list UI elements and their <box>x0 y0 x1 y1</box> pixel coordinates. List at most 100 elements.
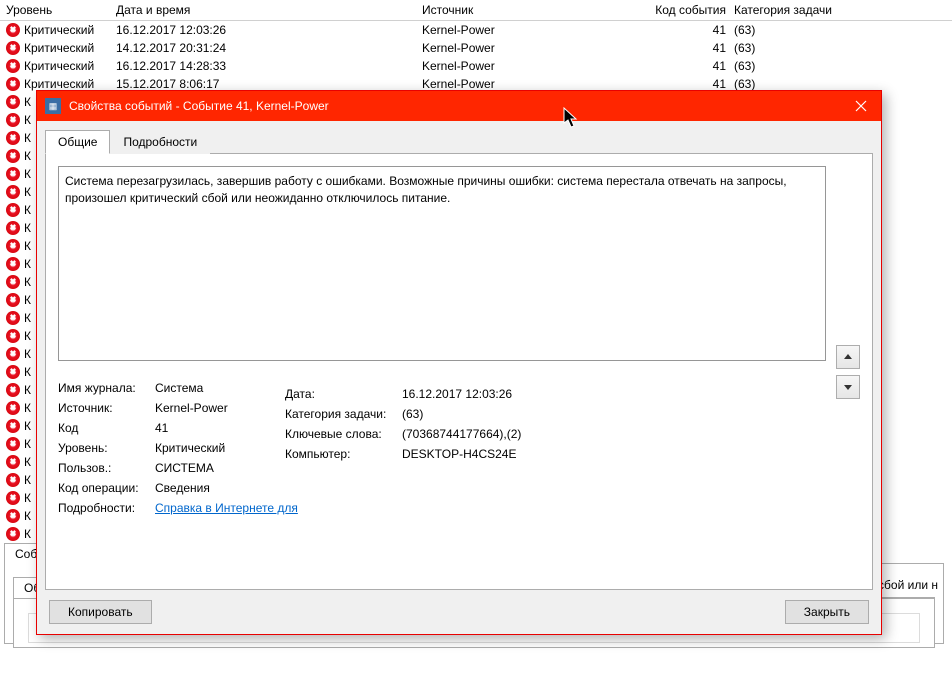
header-source[interactable]: Источник <box>422 3 644 17</box>
level-cell: К <box>24 437 31 451</box>
table-row[interactable]: Критический16.12.2017 14:28:33Kernel-Pow… <box>0 57 952 75</box>
user-value: СИСТЕМА <box>155 461 265 475</box>
level-cell: К <box>24 401 31 415</box>
error-icon <box>6 77 20 91</box>
error-icon <box>6 149 20 163</box>
header-level[interactable]: Уровень <box>6 3 116 17</box>
error-icon <box>6 437 20 451</box>
computer-label: Компьютер: <box>285 447 390 461</box>
copy-button[interactable]: Копировать <box>49 600 152 624</box>
level-label: Уровень: <box>58 441 143 455</box>
level-value: Критический <box>155 441 265 455</box>
header-date[interactable]: Дата и время <box>116 3 422 17</box>
level-cell: Критический <box>24 59 94 73</box>
close-button[interactable]: Закрыть <box>785 600 869 624</box>
level-cell: К <box>24 383 31 397</box>
source-cell: Kernel-Power <box>422 77 644 91</box>
error-icon <box>6 41 20 55</box>
error-icon <box>6 365 20 379</box>
level-cell: К <box>24 95 31 109</box>
source-cell: Kernel-Power <box>422 41 644 55</box>
source-label: Источник: <box>58 401 143 415</box>
level-cell: К <box>24 293 31 307</box>
level-cell: К <box>24 149 31 163</box>
level-cell: К <box>24 113 31 127</box>
help-link[interactable]: Справка в Интернете для <box>155 501 298 515</box>
error-icon <box>6 527 20 541</box>
code-value: 41 <box>155 421 265 435</box>
log-label: Имя журнала: <box>58 381 143 395</box>
level-cell: К <box>24 347 31 361</box>
level-cell: К <box>24 275 31 289</box>
date-cell: 16.12.2017 12:03:26 <box>116 23 422 37</box>
code-cell: 41 <box>644 59 726 73</box>
table-row[interactable]: Критический 14.12.2017 20:31:24Kernel-Pow… <box>0 39 952 57</box>
date-cell: 14.12.2017 20:31:24 <box>116 41 422 55</box>
keywords-value: (70368744177664),(2) <box>402 427 521 441</box>
error-icon <box>6 455 20 469</box>
error-icon <box>6 329 20 343</box>
button-row: Копировать Закрыть <box>45 590 873 626</box>
level-cell: К <box>24 167 31 181</box>
source-value: Kernel-Power <box>155 401 265 415</box>
level-cell: Критический <box>24 41 94 55</box>
table-row[interactable]: Критический16.12.2017 12:03:26Kernel-Pow… <box>0 21 952 39</box>
error-icon <box>6 473 20 487</box>
nav-up-button[interactable] <box>836 345 860 369</box>
level-cell: К <box>24 239 31 253</box>
error-icon <box>6 491 20 505</box>
titlebar[interactable]: ▦ Свойства событий - Событие 41, Kernel-… <box>37 91 881 121</box>
user-label: Пользов.: <box>58 461 143 475</box>
level-cell: К <box>24 365 31 379</box>
error-icon <box>6 95 20 109</box>
category-value: (63) <box>402 407 521 421</box>
error-icon <box>6 203 20 217</box>
tab-general[interactable]: Общие <box>45 130 110 154</box>
level-cell: Критический <box>24 23 94 37</box>
error-icon <box>6 311 20 325</box>
error-icon <box>6 347 20 361</box>
category-cell: (63) <box>726 77 836 91</box>
level-cell: К <box>24 221 31 235</box>
event-description[interactable]: Система перезагрузилась, завершив работу… <box>58 166 826 361</box>
app-icon: ▦ <box>45 98 61 114</box>
category-cell: (63) <box>726 23 836 37</box>
level-cell: К <box>24 311 31 325</box>
level-cell: К <box>24 473 31 487</box>
level-cell: К <box>24 203 31 217</box>
error-icon <box>6 275 20 289</box>
opcode-label: Код операции: <box>58 481 143 495</box>
code-cell: 41 <box>644 77 726 91</box>
error-icon <box>6 131 20 145</box>
header-code[interactable]: Код события <box>644 3 726 17</box>
titlebar-text: Свойства событий - Событие 41, Kernel-Po… <box>69 99 841 113</box>
opcode-value: Сведения <box>155 481 265 495</box>
error-icon <box>6 185 20 199</box>
error-icon <box>6 419 20 433</box>
date-cell: 15.12.2017 8:06:17 <box>116 77 422 91</box>
error-icon <box>6 293 20 307</box>
error-icon <box>6 167 20 181</box>
log-value: Система <box>155 381 265 395</box>
code-label: Код <box>58 421 143 435</box>
code-cell: 41 <box>644 23 726 37</box>
tab-details[interactable]: Подробности <box>110 130 210 154</box>
error-icon <box>6 257 20 271</box>
level-cell: К <box>24 131 31 145</box>
header-category[interactable]: Категория задачи <box>726 3 836 17</box>
close-icon[interactable] <box>841 91 881 121</box>
level-cell: К <box>24 455 31 469</box>
event-details-grid: Имя журнала: Система Источник: Kernel-Po… <box>58 381 826 515</box>
source-cell: Kernel-Power <box>422 59 644 73</box>
keywords-label: Ключевые слова: <box>285 427 390 441</box>
date-label: Дата: <box>285 387 390 401</box>
code-cell: 41 <box>644 41 726 55</box>
error-icon <box>6 113 20 127</box>
computer-value: DESKTOP-H4CS24E <box>402 447 521 461</box>
level-cell: К <box>24 509 31 523</box>
level-cell: К <box>24 527 31 541</box>
level-cell: К <box>24 491 31 505</box>
nav-down-button[interactable] <box>836 375 860 399</box>
error-icon <box>6 401 20 415</box>
date-value: 16.12.2017 12:03:26 <box>402 387 521 401</box>
